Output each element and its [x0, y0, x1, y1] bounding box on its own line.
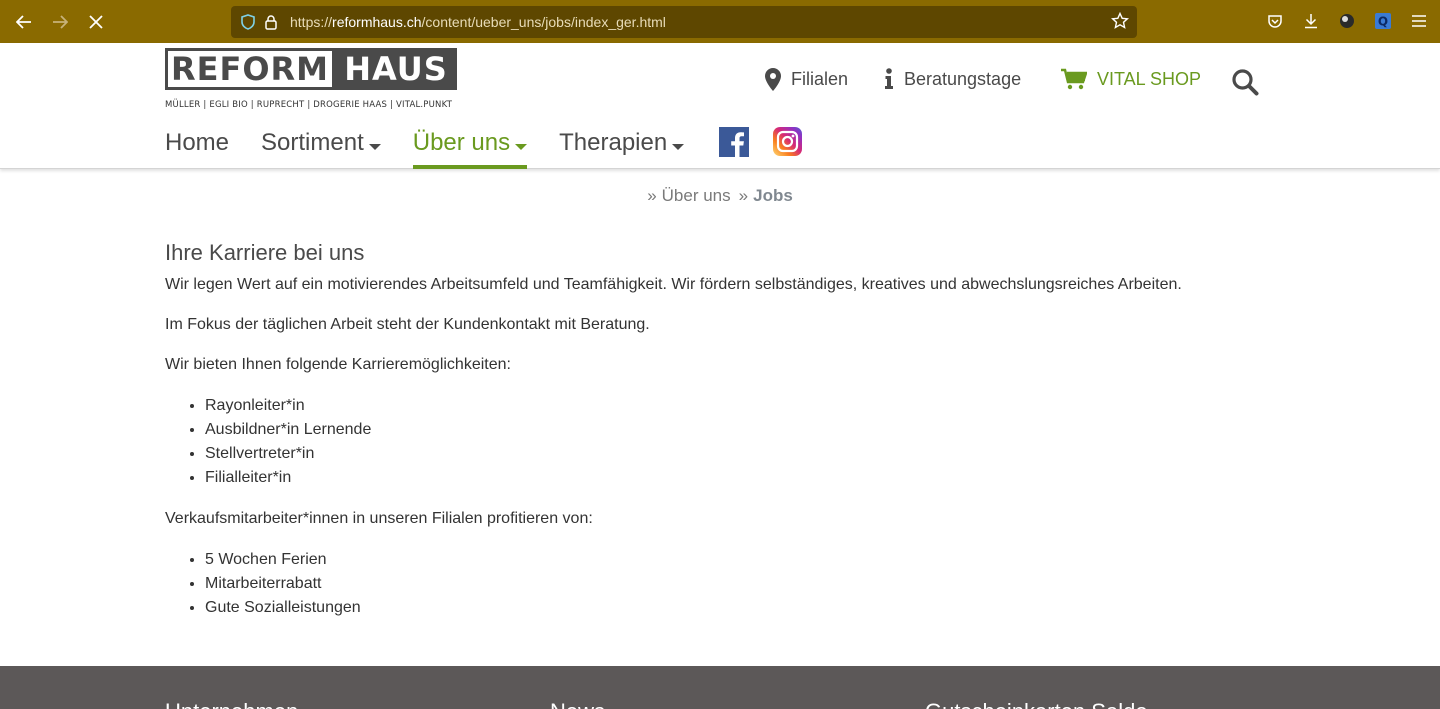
- facebook-link[interactable]: [719, 127, 749, 157]
- filialen-label: Filialen: [791, 69, 849, 89]
- breadcrumb-separator: »: [738, 186, 749, 205]
- beratungstage-link[interactable]: Beratungstage: [884, 68, 1021, 90]
- facebook-icon: [719, 127, 749, 157]
- main-navigation: Home Sortiment Über uns Therapien: [165, 129, 716, 169]
- logo-text-left: REFORM: [165, 48, 335, 90]
- browser-toolbar: https://reformhaus.ch/content/ueber_uns/…: [0, 0, 1440, 43]
- list-item: Mitarbeiterrabatt: [205, 572, 1275, 596]
- list-item: Rayonleiter*in: [205, 394, 1275, 418]
- download-icon[interactable]: [1300, 10, 1322, 32]
- close-icon: [89, 14, 103, 29]
- map-pin-icon: [765, 68, 781, 91]
- forward-button[interactable]: [42, 4, 78, 40]
- footer-heading-unternehmen: Unternehmen: [165, 699, 298, 709]
- menu-icon[interactable]: [1408, 10, 1430, 32]
- breadcrumb-separator: »: [647, 186, 657, 205]
- url-text[interactable]: https://reformhaus.ch/content/ueber_uns/…: [290, 14, 666, 30]
- instagram-link[interactable]: [773, 127, 802, 156]
- arrow-left-icon: [16, 14, 31, 29]
- focus-paragraph: Im Fokus der täglichen Arbeit steht der …: [165, 316, 650, 333]
- list-item: Gute Sozialleistungen: [205, 596, 1275, 620]
- vital-shop-link[interactable]: VITAL SHOP: [1061, 68, 1201, 90]
- search-button[interactable]: [1231, 68, 1261, 98]
- list-item: Filialleiter*in: [205, 466, 1275, 490]
- shield-icon[interactable]: [240, 14, 256, 30]
- bookmark-star-icon[interactable]: [1111, 12, 1129, 30]
- caret-down-icon: [515, 144, 528, 150]
- list-item: Stellvertreter*in: [205, 442, 1275, 466]
- caret-down-icon: [368, 144, 381, 150]
- page-title: Ihre Karriere bei uns: [165, 240, 365, 265]
- nav-home-label: Home: [165, 129, 230, 156]
- extension-icon[interactable]: [1336, 10, 1358, 32]
- logo-text-right: HAUS: [335, 48, 457, 90]
- list-item: 5 Wochen Ferien: [205, 548, 1275, 572]
- caret-down-icon: [672, 144, 685, 150]
- arrow-right-icon: [53, 14, 68, 29]
- reformhaus-logo[interactable]: REFORM HAUS MÜLLER | EGLI BIO | RUPRECHT…: [165, 48, 457, 114]
- benefits-list: 5 Wochen Ferien Mitarbeiterrabatt Gute S…: [205, 548, 1275, 620]
- footer-heading-news: News: [550, 699, 605, 709]
- nav-item-sortiment[interactable]: Sortiment: [261, 129, 381, 169]
- info-icon: [885, 68, 893, 89]
- search-icon: [1232, 69, 1259, 96]
- back-button[interactable]: [6, 4, 42, 40]
- nav-item-home[interactable]: Home: [165, 129, 229, 169]
- nav-therapien-label: Therapien: [559, 129, 668, 156]
- footer-heading-gutscheinkarten: Gutscheinkarten Saldo: [925, 699, 1148, 709]
- shopping-cart-icon: [1061, 68, 1087, 90]
- list-item: Ausbildner*in Lernende: [205, 418, 1275, 442]
- instagram-icon: [773, 127, 802, 156]
- vital-shop-label: VITAL SHOP: [1097, 68, 1202, 89]
- nav-ueber-uns-label: Über uns: [412, 129, 511, 156]
- nav-item-ueber-uns[interactable]: Über uns: [412, 129, 528, 169]
- logo-subline: MÜLLER | EGLI BIO | RUPRECHT | DROGERIE …: [165, 100, 453, 110]
- breadcrumb: » Über uns » Jobs: [0, 186, 1440, 206]
- careers-intro: Wir bieten Ihnen folgende Karrieremöglic…: [165, 356, 511, 373]
- pocket-icon[interactable]: [1264, 10, 1286, 32]
- breadcrumb-current: Jobs: [753, 186, 793, 205]
- breadcrumb-ueber-uns[interactable]: Über uns: [662, 186, 731, 206]
- career-list: Rayonleiter*in Ausbildner*in Lernende St…: [205, 394, 1275, 490]
- stop-loading-button[interactable]: [78, 4, 114, 40]
- main-content: Ihre Karriere bei uns Wir legen Wert auf…: [165, 240, 1275, 638]
- intro-paragraph: Wir legen Wert auf ein motivierendes Arb…: [165, 276, 1182, 293]
- nav-sortiment-label: Sortiment: [261, 129, 364, 156]
- address-bar[interactable]: https://reformhaus.ch/content/ueber_uns/…: [231, 6, 1137, 38]
- benefits-intro: Verkaufsmitarbeiter*innen in unseren Fil…: [165, 510, 593, 527]
- site-footer: Unternehmen News Gutscheinkarten Saldo: [0, 666, 1440, 709]
- filialen-link[interactable]: Filialen: [765, 68, 848, 91]
- svg-text:Q: Q: [1378, 15, 1388, 29]
- beratungstage-label: Beratungstage: [904, 68, 1022, 89]
- lock-icon[interactable]: [264, 14, 278, 30]
- nav-item-therapien[interactable]: Therapien: [559, 129, 685, 169]
- qwant-extension-icon[interactable]: Q: [1372, 10, 1394, 32]
